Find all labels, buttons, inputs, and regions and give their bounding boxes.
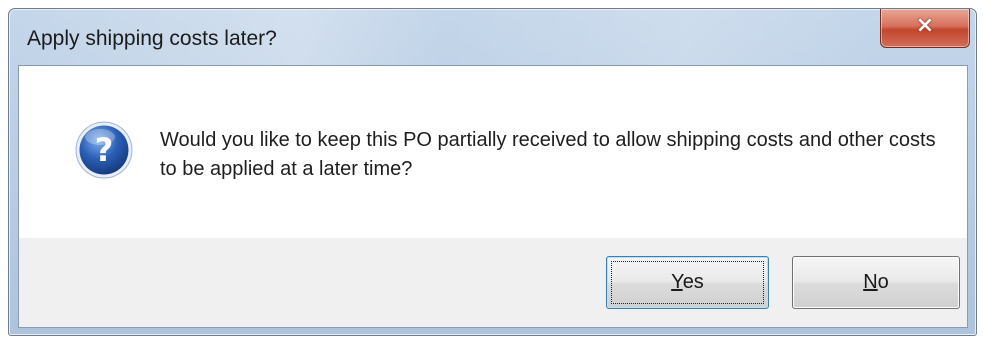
close-button[interactable]: ×	[880, 9, 970, 48]
question-icon: ?	[75, 121, 133, 179]
dialog-window: Apply shipping costs later? × ? Would yo…	[8, 8, 977, 336]
dialog-title: Apply shipping costs later?	[27, 27, 277, 50]
dialog-body: ? Would you like to keep this PO partial…	[18, 65, 968, 328]
yes-button-label: Yes	[671, 271, 704, 293]
no-label-rest: o	[877, 271, 889, 293]
message-area: ? Would you like to keep this PO partial…	[19, 66, 967, 238]
no-button-label: No	[863, 271, 889, 293]
title-bar[interactable]: Apply shipping costs later? ×	[9, 9, 976, 65]
dialog-message: Would you like to keep this PO partially…	[160, 129, 936, 180]
yes-accelerator: Y	[671, 271, 683, 293]
yes-label-rest: es	[682, 271, 704, 293]
svg-text:?: ?	[95, 131, 114, 169]
yes-button[interactable]: Yes	[606, 256, 769, 309]
close-icon: ×	[915, 13, 935, 38]
no-accelerator: N	[863, 271, 878, 293]
no-button[interactable]: No	[792, 256, 960, 309]
